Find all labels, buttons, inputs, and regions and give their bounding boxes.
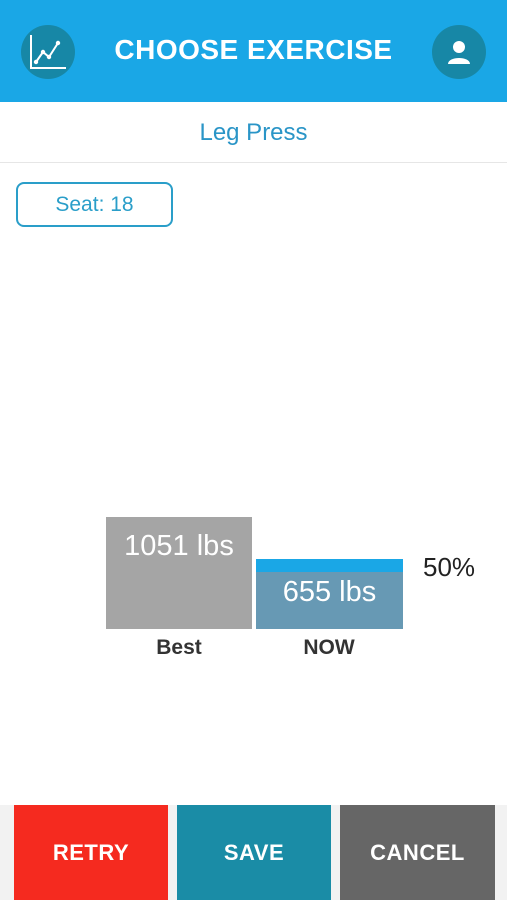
- bar-label-best: Best: [156, 636, 202, 659]
- chart-bar-now: 655 lbs: [256, 559, 403, 629]
- profile-button[interactable]: [432, 25, 486, 79]
- seat-setting-button[interactable]: Seat: 18: [16, 182, 173, 227]
- exercise-name: Leg Press: [199, 119, 308, 146]
- app-header: CHOOSE EXERCISE: [0, 0, 507, 102]
- bar-value-best: 1051 lbs: [124, 530, 234, 562]
- percent-label: 50%: [423, 552, 476, 582]
- cancel-button[interactable]: CANCEL: [340, 805, 495, 900]
- retry-button[interactable]: RETRY: [14, 805, 168, 900]
- page-title: CHOOSE EXERCISE: [114, 34, 393, 65]
- bar-value-now: 655 lbs: [282, 576, 377, 608]
- user-icon: [448, 41, 470, 64]
- bar-label-now: NOW: [303, 636, 355, 659]
- exercise-bar: Leg Press: [0, 102, 507, 163]
- chart-bar-best: 1051 lbs: [106, 517, 252, 629]
- save-button[interactable]: SAVE: [177, 805, 331, 900]
